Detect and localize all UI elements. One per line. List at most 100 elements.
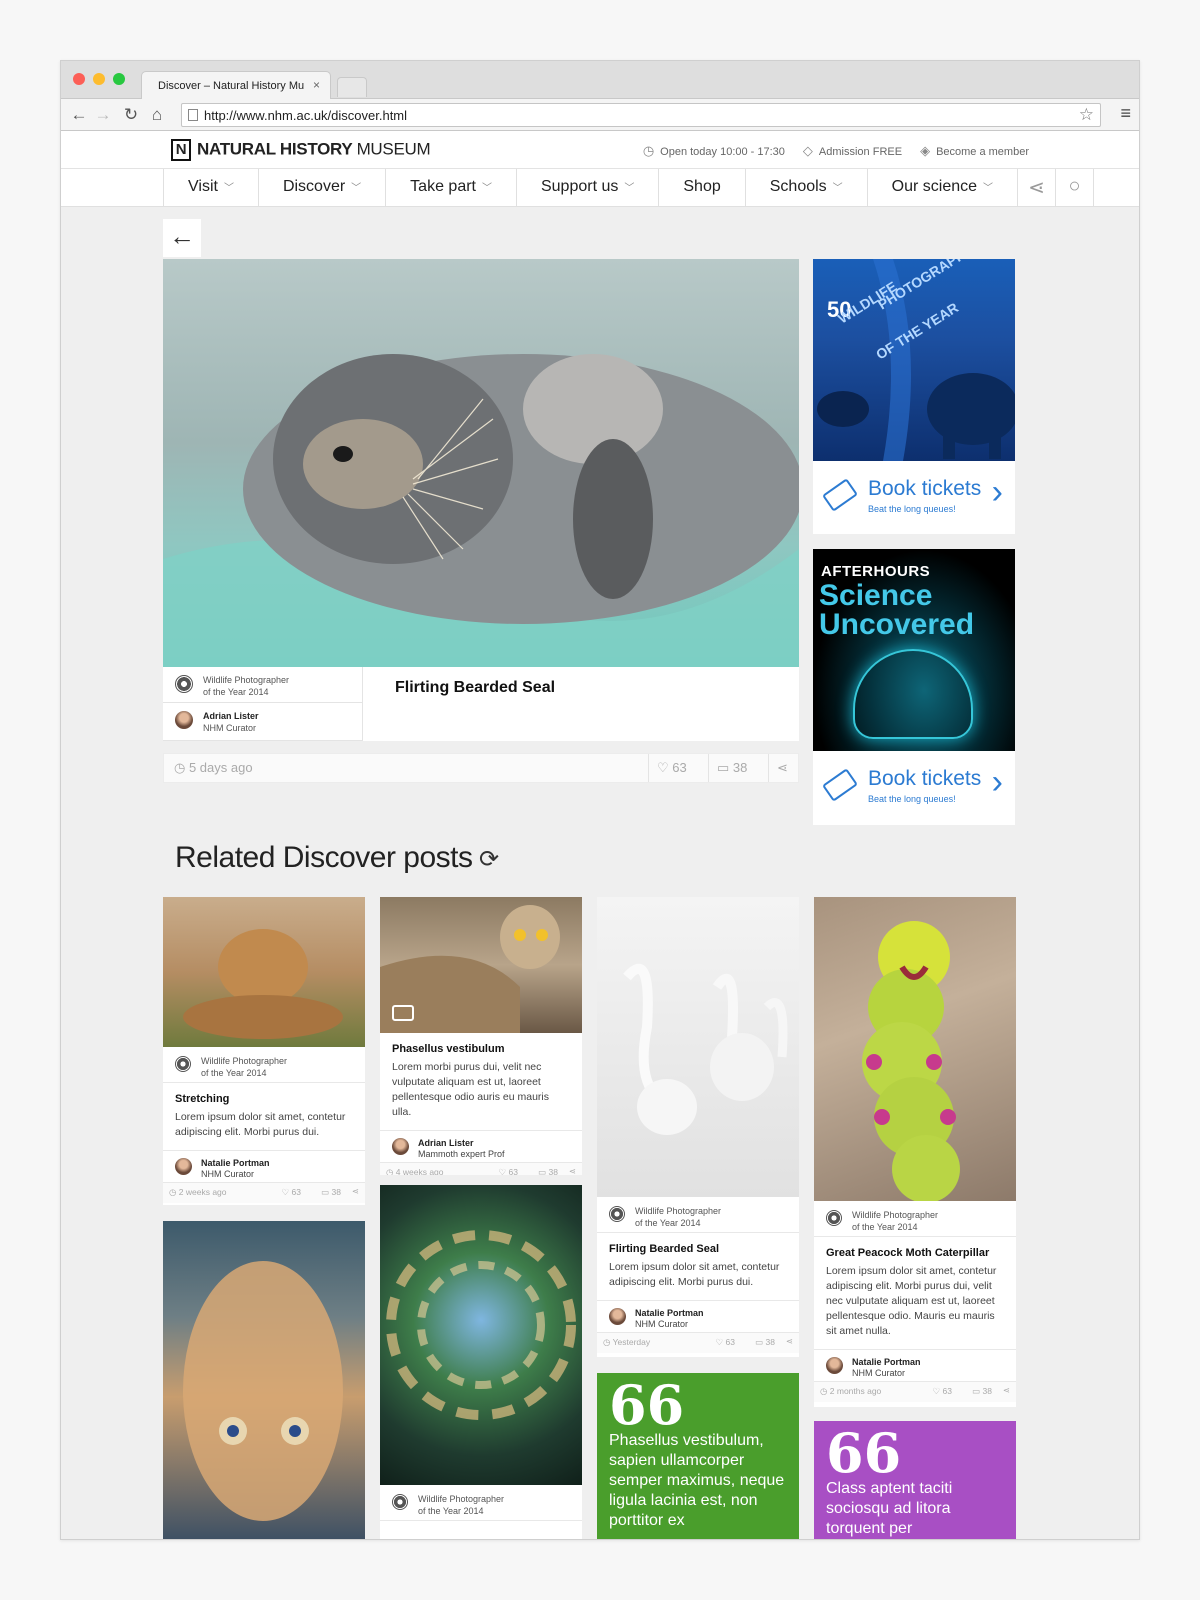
video-play-icon[interactable] bbox=[392, 1005, 414, 1021]
nav-label: Our science bbox=[891, 178, 978, 195]
tab-close-icon[interactable]: × bbox=[313, 78, 320, 92]
minimize-window-button[interactable] bbox=[93, 73, 105, 85]
card-stretching[interactable]: Wildlife Photographer of the Year 2014 S… bbox=[163, 897, 365, 1205]
card-image-lioness bbox=[163, 897, 365, 1047]
author-credit[interactable]: Adrian Lister NHM Curator bbox=[163, 703, 363, 741]
card-image-fish[interactable] bbox=[163, 1221, 365, 1539]
nav-item-schools[interactable]: Schools ﹀ bbox=[746, 169, 868, 207]
close-window-button[interactable] bbox=[73, 73, 85, 85]
ad-wildlife-photographer[interactable]: 50 WILDLIFE PHOTOGRAPHER OF THE YEAR Boo… bbox=[813, 259, 1015, 534]
comment-button[interactable]: ▭ 38 bbox=[538, 1167, 558, 1175]
book-tickets-button[interactable]: Book tickets Beat the long queues! › bbox=[813, 461, 1015, 533]
book-tickets-button[interactable]: Book tickets Beat the long queues! › bbox=[813, 751, 1015, 823]
related-posts-heading: Related Discover posts bbox=[175, 841, 473, 874]
nav-label: Visit bbox=[188, 178, 218, 195]
membership-link[interactable]: ◈ Become a member bbox=[920, 143, 1029, 159]
share-icon[interactable]: ⋖ bbox=[352, 1186, 359, 1197]
like-button[interactable]: ♡ 63 bbox=[648, 754, 695, 782]
logo-text-bold: NATURAL HISTORY bbox=[197, 139, 353, 159]
url-field[interactable]: http://www.nhm.ac.uk/discover.html ☆ bbox=[181, 103, 1101, 127]
cta-title: Book tickets bbox=[868, 477, 982, 500]
card-author[interactable]: Adrian Lister Mammoth expert Prof bbox=[380, 1131, 582, 1163]
zoom-window-button[interactable] bbox=[113, 73, 125, 85]
home-icon[interactable]: ⌂ bbox=[147, 105, 167, 125]
browser-tab[interactable]: Discover – Natural History Mu × bbox=[141, 71, 331, 99]
opening-hours-label: Open today 10:00 - 17:30 bbox=[660, 146, 785, 158]
card-phasellus[interactable]: Phasellus vestibulum Lorem morbi purus d… bbox=[380, 897, 582, 1175]
time-ago: ◷ 2 weeks ago bbox=[169, 1187, 227, 1197]
bookmark-star-icon[interactable]: ☆ bbox=[1079, 105, 1094, 125]
browser-menu-icon[interactable]: ≡ bbox=[1120, 103, 1131, 124]
card-text: Lorem ipsum dolor sit amet, contetur adi… bbox=[175, 1111, 346, 1138]
credit-line1: Wildlife Photographer bbox=[418, 1494, 505, 1504]
cta-subtitle: Beat the long queues! bbox=[868, 794, 956, 804]
nav-item-support-us[interactable]: Support us ﹀ bbox=[517, 169, 660, 207]
card-author[interactable]: Natalie Portman NHM Curator bbox=[814, 1350, 1016, 1382]
like-button[interactable]: ♡ 63 bbox=[282, 1187, 301, 1198]
ad-headline-line1: Science bbox=[819, 579, 933, 612]
credit-line2: of the Year 2014 bbox=[852, 1222, 918, 1232]
search-icon[interactable]: ○ bbox=[1056, 169, 1095, 207]
card-text: Lorem ipsum dolor sit amet, contetur adi… bbox=[826, 1265, 997, 1337]
clock-icon: ◷ bbox=[174, 760, 189, 775]
chevron-right-icon: › bbox=[991, 473, 1003, 511]
author-name: Natalie Portman bbox=[852, 1357, 921, 1367]
seal-illustration bbox=[163, 354, 799, 667]
like-button[interactable]: ♡ 63 bbox=[499, 1167, 518, 1175]
card-trout[interactable]: Wildlife Photographer of the Year 2014 bbox=[380, 1185, 582, 1539]
nav-label: Support us bbox=[540, 178, 619, 195]
card-body: Phasellus vestibulum Lorem morbi purus d… bbox=[380, 1033, 582, 1131]
photo-credit[interactable]: Wildlife Photographer of the Year 2014 bbox=[597, 1197, 799, 1233]
nav-item-discover[interactable]: Discover ﹀ bbox=[259, 169, 387, 207]
admission-link[interactable]: ◇ Admission FREE bbox=[803, 143, 902, 159]
share-icon[interactable]: ⋖ bbox=[786, 1336, 793, 1347]
author-name: Natalie Portman bbox=[201, 1158, 270, 1168]
nav-item-shop[interactable]: Shop bbox=[659, 169, 746, 207]
refresh-icon[interactable]: ⟳ bbox=[479, 845, 499, 874]
hero-stats-bar: ◷ 5 days ago ♡ 63 ▭ 38 ⋖ bbox=[163, 753, 799, 783]
hero-image-seal[interactable] bbox=[163, 259, 799, 667]
hero-title: Flirting Bearded Seal bbox=[395, 679, 556, 696]
reload-icon[interactable]: ↻ bbox=[121, 105, 141, 125]
forward-arrow-icon[interactable]: → bbox=[93, 105, 113, 125]
comment-button[interactable]: ▭ 38 bbox=[708, 754, 755, 782]
card-swans[interactable]: Wildlife Photographer of the Year 2014 F… bbox=[597, 897, 799, 1357]
author-avatar bbox=[392, 1138, 409, 1155]
card-author[interactable]: Natalie Portman NHM Curator bbox=[597, 1301, 799, 1333]
opening-hours[interactable]: ◷ Open today 10:00 - 17:30 bbox=[643, 143, 785, 159]
ad-science-uncovered[interactable]: AFTERHOURS Science Uncovered Book ticket… bbox=[813, 549, 1015, 825]
caterpillar-illustration bbox=[862, 921, 960, 1201]
comment-button[interactable]: ▭ 38 bbox=[755, 1337, 775, 1348]
card-image-fish-swirl bbox=[380, 1185, 582, 1485]
quote-card-purple[interactable]: 66 Class aptent taciti sociosqu ad litor… bbox=[814, 1421, 1016, 1539]
comment-button[interactable]: ▭ 38 bbox=[321, 1187, 341, 1198]
ad-image-jellyfish: AFTERHOURS Science Uncovered bbox=[813, 549, 1015, 751]
like-button[interactable]: ♡ 63 bbox=[716, 1337, 735, 1348]
back-button[interactable]: ← bbox=[163, 219, 201, 257]
photo-credit[interactable]: Wildlife Photographer of the Year 2014 bbox=[163, 1047, 365, 1083]
nav-item-visit[interactable]: Visit ﹀ bbox=[164, 169, 259, 207]
museum-logo[interactable]: N NATURAL HISTORY MUSEUM bbox=[171, 139, 431, 161]
share-icon[interactable]: ⋖ bbox=[569, 1166, 576, 1175]
share-icon[interactable]: ⋖ bbox=[1003, 1385, 1010, 1396]
photo-credit[interactable]: Wildlife Photographer of the Year 2014 bbox=[380, 1485, 582, 1521]
new-tab-button[interactable] bbox=[337, 77, 367, 97]
photo-credit[interactable]: Wildlife Photographer of the Year 2014 bbox=[814, 1201, 1016, 1237]
quote-mark-icon: 66 bbox=[826, 1421, 902, 1485]
card-author[interactable]: Natalie Portman NHM Curator bbox=[163, 1151, 365, 1183]
nav-item-our-science[interactable]: Our science ﹀ bbox=[868, 169, 1019, 207]
back-arrow-icon[interactable]: ← bbox=[69, 105, 89, 125]
card-stats: ◷ 2 months ago ♡ 63 ▭ 38 ⋖ bbox=[814, 1382, 1016, 1402]
share-icon[interactable]: ⋖ bbox=[768, 754, 796, 782]
author-role: NHM Curator bbox=[201, 1169, 255, 1179]
share-icon[interactable]: ⋖ bbox=[1018, 169, 1057, 207]
time-ago-label: Yesterday bbox=[612, 1337, 651, 1347]
photo-credit[interactable]: Wildlife Photographer of the Year 2014 bbox=[163, 667, 363, 703]
nav-item-take-part[interactable]: Take part ﹀ bbox=[386, 169, 517, 207]
card-caterpillar[interactable]: Wildlife Photographer of the Year 2014 G… bbox=[814, 897, 1016, 1407]
card-title: Great Peacock Moth Caterpillar bbox=[826, 1247, 990, 1259]
nav-label: Schools bbox=[769, 178, 827, 195]
quote-card-green[interactable]: 66 Phasellus vestibulum, sapien ullamcor… bbox=[597, 1373, 799, 1539]
comment-button[interactable]: ▭ 38 bbox=[972, 1386, 992, 1397]
like-button[interactable]: ♡ 63 bbox=[933, 1386, 952, 1397]
